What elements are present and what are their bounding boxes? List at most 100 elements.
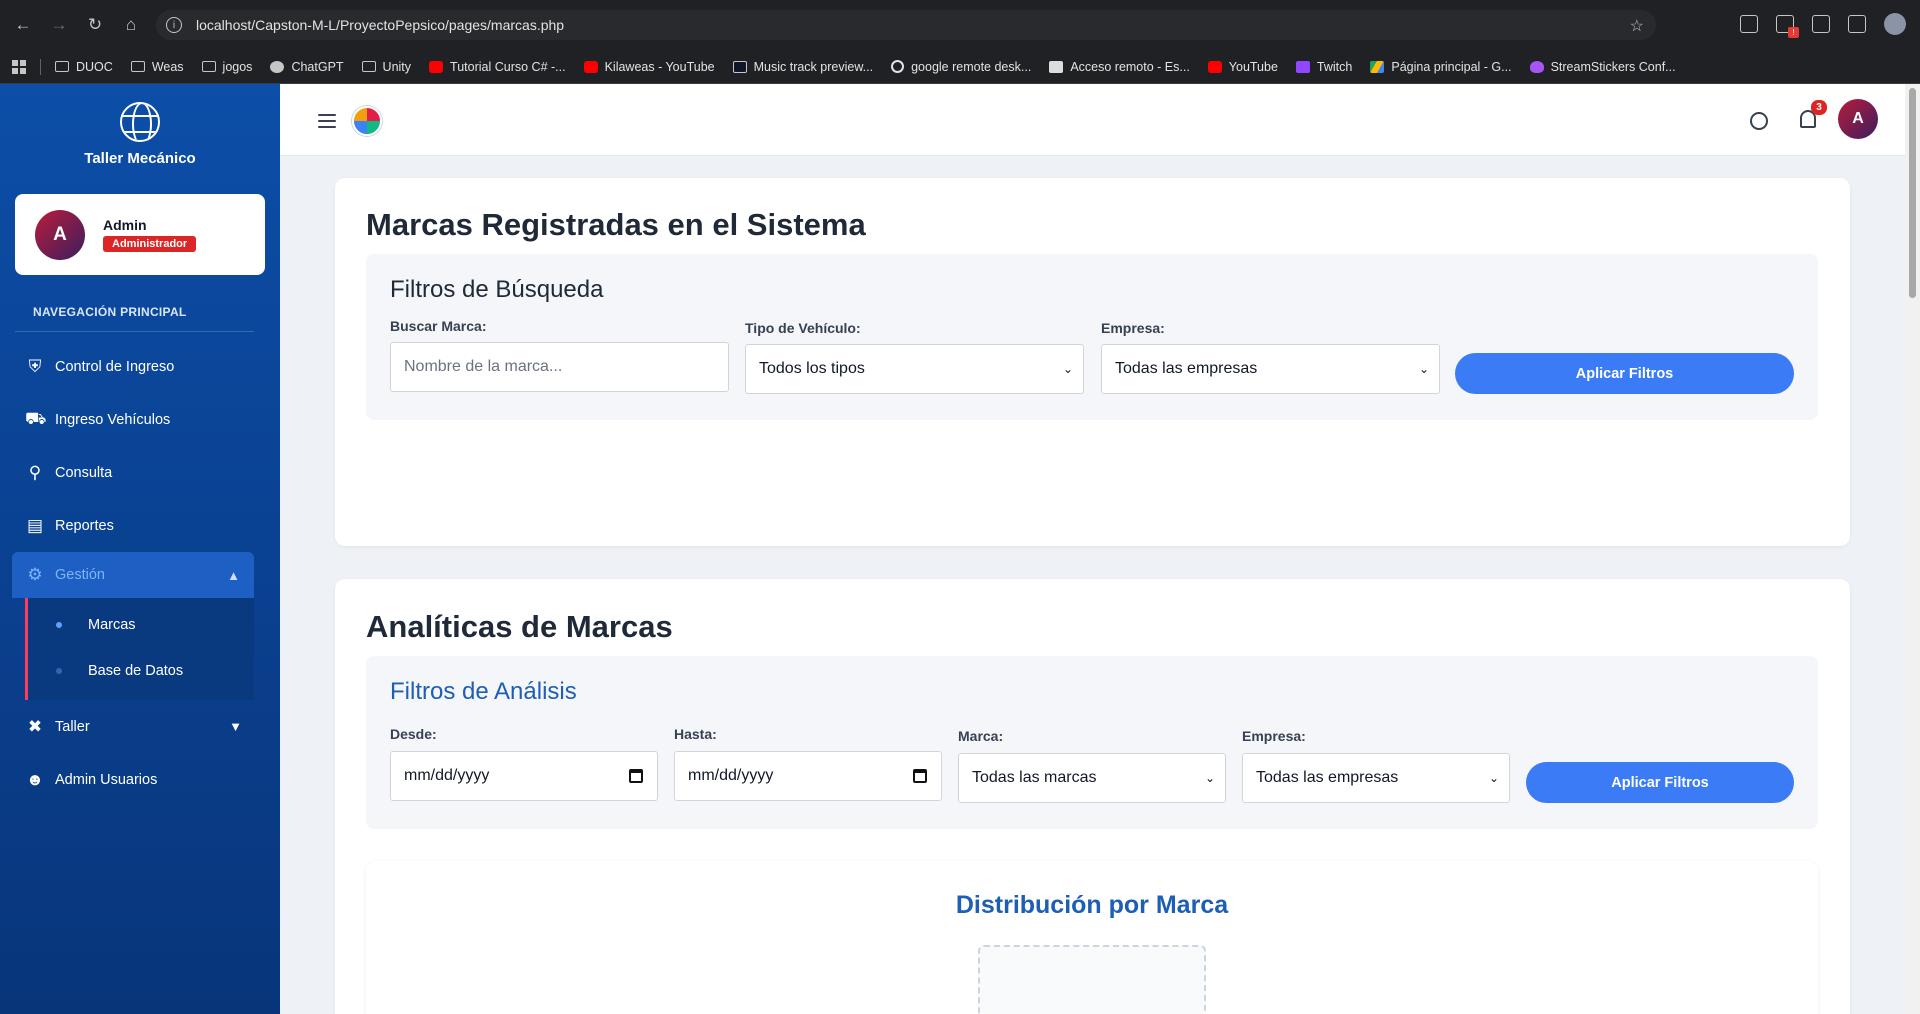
bookmark-item[interactable]: google remote desk...: [891, 60, 1031, 74]
sidebar: Taller Mecánico A Admin Administrador NA…: [0, 84, 280, 1014]
sidebar-nav: ⛨ Control de Ingreso ⛟ Ingreso Vehículos…: [0, 340, 280, 806]
brands-card: Marcas Registradas en el Sistema Filtros…: [335, 178, 1850, 546]
chevron-down-icon: ⌄: [1062, 362, 1073, 376]
submenu-item-label: Base de Datos: [88, 663, 184, 679]
sidebar-item-admin-usuarios[interactable]: ☻ Admin Usuarios: [0, 753, 280, 806]
twitch-icon: [1295, 60, 1310, 73]
user-card: A Admin Administrador: [15, 194, 265, 275]
apps-icon[interactable]: [12, 59, 26, 74]
bookmark-item[interactable]: Unity: [361, 60, 411, 74]
notification-badge: 3: [1811, 100, 1827, 115]
sidebar-item-label: Consulta: [55, 464, 113, 481]
to-date-input[interactable]: mm/dd/yyyy: [674, 751, 942, 801]
analytics-title: Analíticas de Marcas: [366, 609, 673, 644]
scrollbar-thumb[interactable]: [1909, 88, 1916, 298]
apply-filters-button[interactable]: Aplicar Filtros: [1455, 353, 1794, 394]
chatgpt-icon: [270, 60, 285, 73]
user-name: Admin: [103, 217, 147, 233]
submenu-item-base-datos[interactable]: Base de Datos: [28, 648, 254, 694]
sidebar-item-taller[interactable]: ✖ Taller ▼: [0, 700, 280, 753]
puzzle-icon[interactable]: [1848, 15, 1866, 33]
brand-search-input[interactable]: Nombre de la marca...: [390, 342, 729, 392]
bookmark-item[interactable]: DUOC: [55, 60, 113, 74]
distribution-chart-card: Distribución por Marca: [366, 861, 1818, 1014]
sidebar-item-ingreso-vehiculos[interactable]: ⛟ Ingreso Vehículos: [0, 393, 280, 446]
media-icon[interactable]: [1740, 15, 1758, 33]
logo-icon[interactable]: [352, 106, 382, 136]
apply-analysis-filters-button[interactable]: Aplicar Filtros: [1526, 762, 1794, 803]
search-icon: ⚲: [28, 462, 42, 482]
bookmark-item[interactable]: Kilaweas - YouTube: [583, 60, 715, 74]
reload-icon[interactable]: ↻: [82, 12, 108, 38]
tools-icon: ✖: [27, 716, 43, 736]
nav-section-title: NAVEGACIÓN PRINCIPAL: [33, 305, 187, 319]
home-icon[interactable]: ⌂: [118, 12, 144, 38]
google-icon: [891, 60, 905, 73]
extension-icon[interactable]: !: [1776, 15, 1799, 38]
youtube-icon: [583, 60, 598, 73]
sidebar-item-label: Control de Ingreso: [55, 358, 175, 375]
bookmark-item[interactable]: ChatGPT: [270, 60, 344, 74]
back-icon[interactable]: ←: [10, 12, 36, 38]
chevron-up-icon: ▲: [227, 567, 240, 583]
user-avatar[interactable]: A: [1838, 99, 1878, 139]
to-label: Hasta:: [674, 726, 717, 742]
vehicle-type-select[interactable]: Todos los tipos ⌄: [745, 344, 1084, 394]
search-filters: Filtros de Búsqueda Buscar Marca: Nombre…: [366, 254, 1818, 420]
company-label: Empresa:: [1242, 728, 1306, 744]
app-topbar: 3 A: [280, 84, 1905, 156]
bookmark-item[interactable]: Twitch: [1295, 60, 1352, 74]
sidebar-item-gestion[interactable]: ⚙ Gestión ▲: [12, 552, 254, 598]
analysis-company-select[interactable]: Todas las empresas ⌄: [1242, 753, 1510, 803]
address-bar[interactable]: i localhost/Capston-M-L/ProyectoPepsico/…: [156, 10, 1656, 40]
bookmark-item[interactable]: Tutorial Curso C# -...: [429, 60, 566, 74]
submenu-item-marcas[interactable]: Marcas: [28, 602, 254, 648]
menu-toggle-icon[interactable]: [318, 114, 336, 128]
select-value: Todas las marcas: [972, 769, 1097, 786]
divider: [15, 331, 254, 332]
bookmark-item[interactable]: YouTube: [1207, 60, 1278, 74]
brand-select[interactable]: Todas las marcas ⌄: [958, 753, 1226, 803]
select-value: Todos los tipos: [759, 360, 865, 377]
bookmark-item[interactable]: jogos: [201, 60, 252, 74]
folder-icon: [130, 61, 145, 72]
page-scrollbar[interactable]: [1905, 84, 1920, 1014]
site-info-icon[interactable]: i: [166, 17, 182, 33]
chevron-down-icon: ▼: [229, 719, 242, 734]
drive-icon: [1370, 60, 1385, 73]
remote-access-icon: [1049, 60, 1064, 73]
address-url[interactable]: localhost/Capston-M-L/ProyectoPepsico/pa…: [196, 17, 564, 33]
sidebar-item-reportes[interactable]: ▤ Reportes: [0, 499, 280, 552]
bookmark-item[interactable]: Acceso remoto - Es...: [1049, 60, 1190, 74]
extensions-area: !: [1740, 13, 1906, 38]
active-dot-icon: [56, 622, 62, 628]
company-label: Empresa:: [1101, 320, 1165, 336]
chevron-down-icon: ⌄: [1204, 771, 1215, 785]
cogs-icon: ⚙: [27, 565, 43, 584]
edit-icon[interactable]: [1812, 15, 1830, 33]
theme-toggle-icon[interactable]: [1750, 112, 1768, 130]
avatar: A: [35, 209, 85, 260]
globe-logo-icon: [120, 101, 160, 142]
calendar-icon[interactable]: [913, 769, 927, 783]
forward-icon[interactable]: →: [46, 12, 72, 38]
bookmark-item[interactable]: StreamStickers Conf...: [1529, 60, 1676, 74]
youtube-icon: [1207, 60, 1222, 73]
bookmark-item[interactable]: Weas: [130, 60, 184, 74]
sidebar-item-control-ingreso[interactable]: ⛨ Control de Ingreso: [0, 340, 280, 393]
bookmarks-divider: [40, 58, 41, 75]
sidebar-item-consulta[interactable]: ⚲ Consulta: [0, 446, 280, 499]
bookmark-item[interactable]: Página principal - G...: [1370, 60, 1512, 74]
bookmark-item[interactable]: Music track preview...: [732, 60, 873, 74]
heart-icon: [1529, 60, 1544, 73]
bookmark-star-icon[interactable]: ☆: [1630, 16, 1644, 36]
brand[interactable]: Taller Mecánico: [0, 84, 280, 184]
browser-toolbar: ← → ↻ ⌂ i localhost/Capston-M-L/Proyecto…: [0, 0, 1920, 50]
profile-icon[interactable]: [1884, 13, 1906, 35]
company-select[interactable]: Todas las empresas ⌄: [1101, 344, 1440, 394]
calendar-icon[interactable]: [629, 769, 643, 783]
sidebar-item-label: Admin Usuarios: [55, 771, 158, 788]
from-date-input[interactable]: mm/dd/yyyy: [390, 751, 658, 801]
analysis-filters: Filtros de Análisis Desde: mm/dd/yyyy Ha…: [366, 656, 1818, 829]
select-value: Todas las empresas: [1115, 360, 1258, 377]
